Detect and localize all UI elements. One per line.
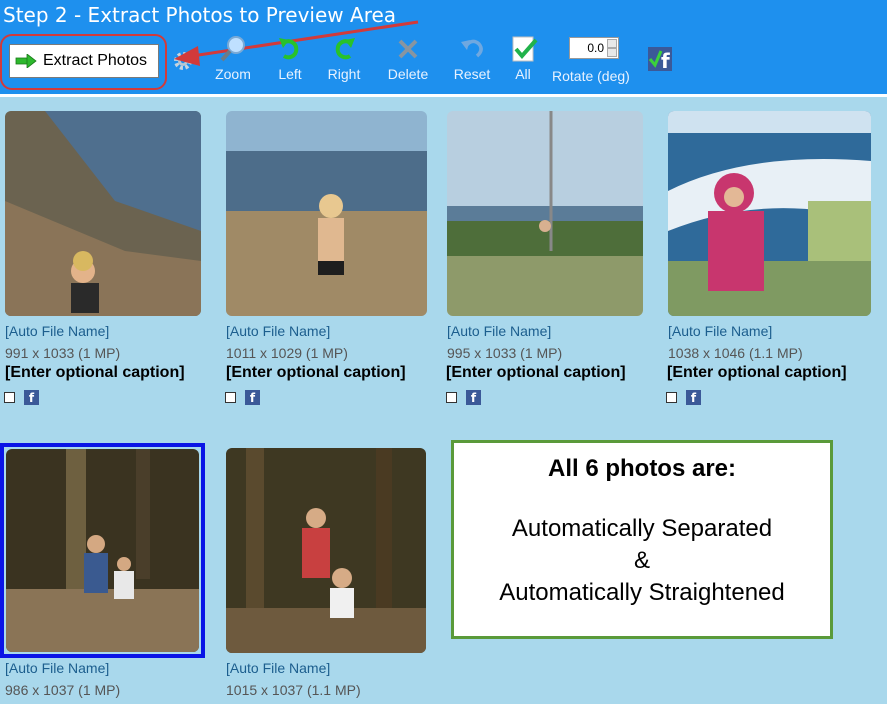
photo-dimensions: 995 x 1033 (1 MP) [447, 345, 563, 361]
extract-photos-button[interactable]: Extract Photos [9, 44, 159, 78]
photo-dimensions: 1015 x 1037 (1.1 MP) [226, 682, 361, 698]
rotate-right-button[interactable]: Right [324, 34, 364, 82]
delete-button[interactable]: Delete [385, 34, 431, 82]
rotate-input[interactable]: 0.0 [569, 37, 619, 59]
all-label: All [515, 66, 531, 82]
photo-checkbox[interactable] [225, 392, 236, 403]
rotate-left-button[interactable]: Left [273, 34, 307, 82]
green-arrow-icon [15, 54, 37, 68]
file-name[interactable]: [Auto File Name] [5, 660, 109, 676]
svg-text:f: f [661, 49, 670, 71]
photo-image-1 [5, 111, 201, 316]
photo-image-5 [6, 449, 199, 652]
photo-thumbnail-1[interactable] [5, 111, 201, 316]
photo-dimensions: 1011 x 1029 (1 MP) [226, 345, 348, 361]
select-all-button[interactable]: All [509, 34, 538, 82]
rotate-right-icon [335, 38, 355, 60]
reset-label: Reset [453, 66, 491, 82]
reset-icon [461, 39, 483, 58]
photo-image-3 [447, 111, 643, 316]
rotate-label: Rotate (deg) [552, 68, 630, 84]
facebook-icon[interactable]: f [466, 390, 481, 405]
facebook-icon[interactable]: f [245, 390, 260, 405]
delete-icon [398, 39, 418, 59]
rotate-value: 0.0 [587, 41, 604, 55]
delete-label: Delete [387, 66, 429, 82]
rotate-left-icon [279, 38, 299, 60]
extract-photos-label: Extract Photos [43, 52, 148, 69]
file-name[interactable]: [Auto File Name] [226, 660, 330, 676]
facebook-icon[interactable]: f [686, 390, 701, 405]
facebook-icon[interactable]: f [24, 390, 39, 405]
photo-image-2 [226, 111, 427, 316]
facebook-icon[interactable]: f [648, 47, 672, 71]
check-all-icon [512, 36, 538, 62]
file-name[interactable]: [Auto File Name] [447, 323, 551, 339]
spin-up-button[interactable] [607, 39, 617, 48]
info-line-ampersand: & [633, 547, 650, 574]
header-divider [0, 94, 887, 97]
photo-checkbox[interactable] [446, 392, 457, 403]
photo-thumbnail-5[interactable] [6, 449, 199, 652]
zoom-button[interactable]: Zoom [211, 34, 255, 82]
photo-image-6 [226, 448, 426, 653]
caption-field[interactable]: [Enter optional caption] [446, 364, 626, 382]
photo-checkbox[interactable] [666, 392, 677, 403]
info-line-straightened: Automatically Straightened [499, 579, 785, 606]
photo-image-4 [668, 111, 871, 316]
photo-dimensions: 991 x 1033 (1 MP) [5, 345, 121, 361]
photo-thumbnail-3[interactable] [447, 111, 643, 316]
caption-field[interactable]: [Enter optional caption] [226, 364, 406, 382]
file-name[interactable]: [Auto File Name] [226, 323, 330, 339]
caption-field[interactable]: [Enter optional caption] [5, 364, 185, 382]
magnifier-icon [220, 36, 245, 62]
info-line-separated: Automatically Separated [511, 515, 773, 542]
photo-thumbnail-2[interactable] [226, 111, 427, 316]
photo-checkbox[interactable] [4, 392, 15, 403]
file-name[interactable]: [Auto File Name] [5, 323, 109, 339]
zoom-label: Zoom [215, 66, 251, 82]
photo-dimensions: 1038 x 1046 (1.1 MP) [668, 345, 803, 361]
info-heading: All 6 photos are: [547, 455, 737, 482]
photo-dimensions: 986 x 1037 (1 MP) [5, 682, 121, 698]
file-name[interactable]: [Auto File Name] [668, 323, 772, 339]
spin-down-button[interactable] [607, 48, 617, 57]
info-callout: All 6 photos are: Automatically Separate… [451, 440, 833, 639]
photo-thumbnail-4[interactable] [668, 111, 871, 316]
caption-field[interactable]: [Enter optional caption] [667, 364, 847, 382]
reset-button[interactable]: Reset [451, 34, 493, 82]
annotation-highlight: Extract Photos [0, 34, 167, 90]
left-label: Left [278, 66, 302, 82]
right-label: Right [327, 66, 361, 82]
photo-thumbnail-6[interactable] [226, 448, 426, 653]
